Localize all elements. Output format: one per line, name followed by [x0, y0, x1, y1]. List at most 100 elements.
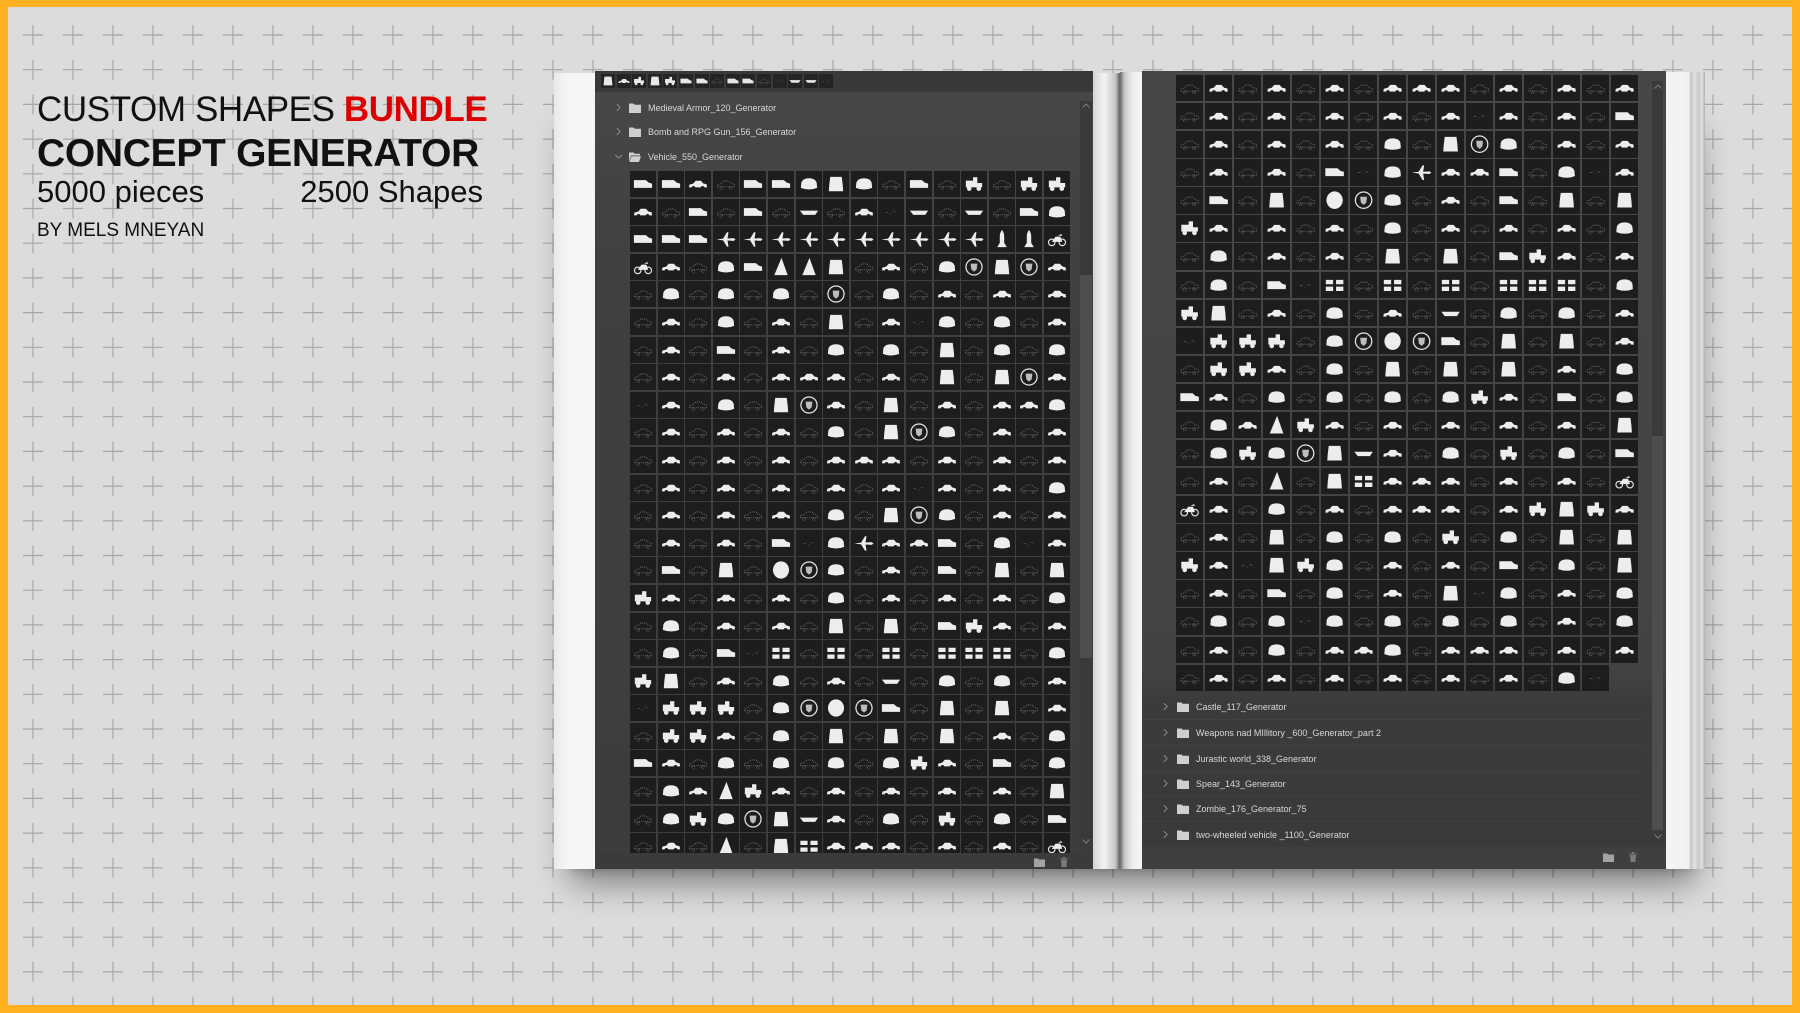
shape-thumbnail[interactable] — [1407, 355, 1436, 383]
shape-thumbnail[interactable] — [630, 171, 656, 197]
shape-thumbnail[interactable] — [850, 171, 877, 197]
shape-thumbnail[interactable] — [1523, 299, 1551, 327]
shape-thumbnail[interactable] — [1407, 664, 1436, 692]
shape-thumbnail[interactable] — [905, 226, 932, 253]
shape-thumbnail[interactable] — [1043, 308, 1070, 335]
shape-thumbnail[interactable] — [1581, 243, 1609, 270]
shape-thumbnail[interactable] — [823, 446, 850, 473]
shape-thumbnail[interactable] — [1349, 243, 1378, 270]
shape-thumbnail[interactable] — [1523, 468, 1551, 495]
shape-thumbnail[interactable] — [1016, 253, 1043, 280]
shape-thumbnail[interactable] — [1378, 103, 1407, 130]
shape-thumbnail[interactable] — [1291, 159, 1320, 186]
shape-thumbnail[interactable] — [1320, 383, 1349, 411]
shape-thumbnail[interactable] — [1349, 131, 1378, 158]
shape-thumbnail[interactable] — [961, 336, 988, 363]
shape-thumbnail[interactable] — [878, 805, 905, 832]
shape-thumbnail[interactable] — [712, 750, 739, 777]
shape-thumbnail[interactable] — [657, 336, 684, 363]
shape-thumbnail[interactable] — [1465, 468, 1494, 495]
shape-thumbnail[interactable] — [795, 640, 822, 667]
shape-thumbnail[interactable] — [1349, 664, 1378, 692]
shape-thumbnail[interactable] — [1436, 271, 1465, 298]
shape-thumbnail[interactable] — [1407, 636, 1436, 663]
folder-row-two-wheeled-vehicle[interactable]: two-wheeled vehicle _1100_Generator — [1142, 823, 1642, 847]
toolbar-shape-thumbnail[interactable] — [663, 74, 678, 88]
shape-thumbnail[interactable] — [878, 750, 905, 777]
shape-thumbnail[interactable] — [767, 253, 794, 280]
shape-thumbnail[interactable] — [1204, 271, 1233, 298]
shape-thumbnail[interactable] — [905, 502, 932, 529]
shape-thumbnail[interactable] — [712, 364, 739, 391]
shape-thumbnail[interactable] — [1204, 580, 1233, 607]
shape-thumbnail[interactable] — [1176, 159, 1204, 186]
shape-thumbnail[interactable] — [1552, 440, 1580, 467]
shape-thumbnail[interactable] — [1378, 159, 1407, 186]
shape-thumbnail[interactable] — [1291, 355, 1320, 383]
shape-thumbnail[interactable] — [1407, 552, 1436, 579]
shape-thumbnail[interactable] — [933, 833, 960, 853]
shape-thumbnail[interactable] — [1043, 640, 1070, 667]
shape-thumbnail[interactable] — [1610, 411, 1638, 439]
shape-thumbnail[interactable] — [712, 308, 739, 335]
shape-thumbnail[interactable] — [1494, 524, 1523, 551]
shape-thumbnail[interactable] — [1465, 383, 1494, 411]
shape-thumbnail[interactable] — [1407, 159, 1436, 186]
scrollbar-thumb[interactable] — [1652, 436, 1663, 830]
shape-thumbnail[interactable] — [767, 364, 794, 391]
shape-thumbnail[interactable] — [961, 778, 988, 805]
shape-thumbnail[interactable] — [1291, 243, 1320, 270]
shape-thumbnail[interactable] — [1523, 664, 1551, 692]
shape-thumbnail[interactable] — [823, 612, 850, 639]
shape-thumbnail[interactable] — [1465, 215, 1494, 242]
shape-thumbnail[interactable] — [1378, 299, 1407, 327]
shape-thumbnail[interactable] — [740, 253, 767, 280]
shape-thumbnail[interactable] — [1610, 215, 1638, 242]
toolbar-shape-thumbnail[interactable] — [756, 74, 771, 88]
shape-thumbnail[interactable] — [630, 364, 656, 391]
shape-thumbnail[interactable] — [1581, 580, 1609, 607]
shape-thumbnail[interactable] — [933, 612, 960, 639]
shape-thumbnail[interactable] — [657, 474, 684, 501]
shape-thumbnail[interactable] — [685, 253, 712, 280]
shape-thumbnail[interactable] — [988, 557, 1015, 584]
shape-thumbnail[interactable] — [1204, 524, 1233, 551]
shape-thumbnail[interactable] — [685, 364, 712, 391]
shape-thumbnail[interactable] — [1465, 187, 1494, 214]
shape-thumbnail[interactable] — [685, 502, 712, 529]
shape-thumbnail[interactable] — [712, 722, 739, 749]
shape-thumbnail[interactable] — [1016, 391, 1043, 418]
shape-thumbnail[interactable] — [1176, 383, 1204, 411]
shape-thumbnail[interactable] — [1262, 383, 1291, 411]
shape-thumbnail[interactable] — [1465, 440, 1494, 467]
shape-thumbnail[interactable] — [1523, 355, 1551, 383]
shape-thumbnail[interactable] — [740, 833, 767, 853]
toolbar-shape-thumbnail[interactable] — [632, 74, 647, 88]
shape-thumbnail[interactable] — [1581, 524, 1609, 551]
shape-thumbnail[interactable] — [1262, 131, 1291, 158]
shape-thumbnail[interactable] — [878, 612, 905, 639]
shape-thumbnail[interactable] — [685, 695, 712, 722]
shape-thumbnail[interactable] — [657, 805, 684, 832]
shape-thumbnail[interactable] — [1407, 440, 1436, 467]
shape-thumbnail[interactable] — [823, 584, 850, 611]
shape-thumbnail[interactable] — [1552, 468, 1580, 495]
shape-thumbnail[interactable] — [685, 833, 712, 853]
shape-thumbnail[interactable] — [630, 640, 656, 667]
shape-thumbnail[interactable] — [1349, 299, 1378, 327]
shape-thumbnail[interactable] — [657, 557, 684, 584]
shape-thumbnail[interactable] — [1494, 468, 1523, 495]
shape-thumbnail[interactable] — [905, 778, 932, 805]
shape-thumbnail[interactable] — [795, 253, 822, 280]
shape-thumbnail[interactable] — [1204, 299, 1233, 327]
shape-thumbnail[interactable] — [878, 584, 905, 611]
shape-thumbnail[interactable] — [1233, 636, 1262, 663]
shape-thumbnail[interactable] — [878, 308, 905, 335]
shape-thumbnail[interactable] — [1349, 524, 1378, 551]
shape-thumbnail[interactable] — [1043, 364, 1070, 391]
shape-thumbnail[interactable] — [1291, 440, 1320, 467]
shape-thumbnail[interactable] — [850, 557, 877, 584]
shape-thumbnail[interactable] — [933, 695, 960, 722]
folder-row-bomb-rpg[interactable]: Bomb and RPG Gun_156_Generator — [595, 120, 1065, 144]
shape-thumbnail[interactable] — [1552, 299, 1580, 327]
